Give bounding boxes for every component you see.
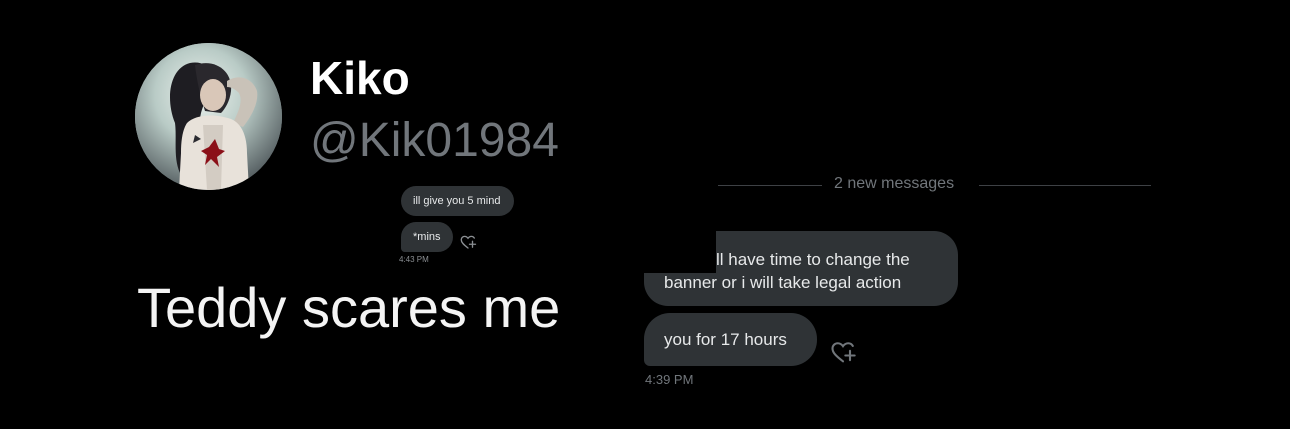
heart-plus-icon[interactable] xyxy=(829,338,857,366)
profile-handle[interactable]: @Kik01984 xyxy=(310,117,559,165)
message-bubble[interactable]: you for 17 hours xyxy=(644,313,817,366)
small-message-bubble[interactable]: *mins xyxy=(401,222,453,252)
message-timestamp: 4:39 PM xyxy=(645,372,694,387)
small-message-timestamp: 4:43 PM xyxy=(399,255,429,264)
message-text-line: banner or i will take legal action xyxy=(664,273,902,292)
small-message-bubble[interactable]: ill give you 5 mind xyxy=(401,186,514,216)
heart-plus-icon[interactable] xyxy=(459,233,477,251)
profile-avatar[interactable] xyxy=(135,43,282,190)
new-messages-divider: 2 new messages xyxy=(834,175,955,192)
divider-line-left xyxy=(718,185,822,186)
cropped-area xyxy=(644,231,716,273)
profile-display-name[interactable]: Kiko xyxy=(310,55,410,101)
avatar-illustration xyxy=(135,43,282,190)
tweet-text: Teddy scares me xyxy=(137,276,561,339)
divider-line-right xyxy=(979,185,1151,186)
